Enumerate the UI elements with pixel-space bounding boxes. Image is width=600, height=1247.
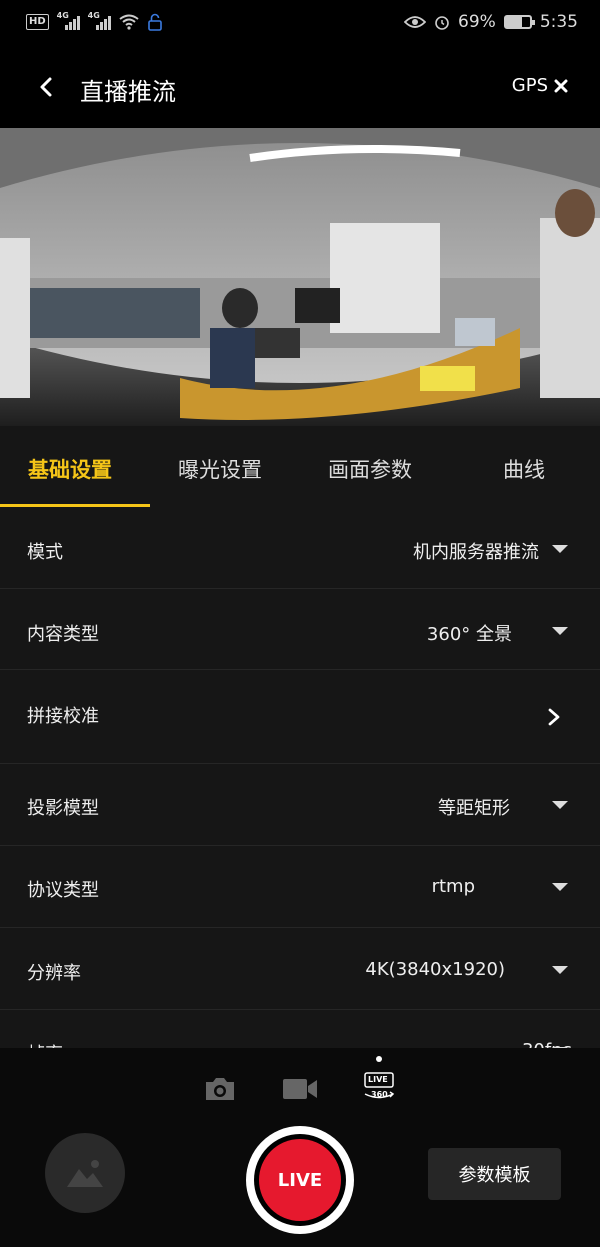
- live-icon-label: LIVE: [368, 1075, 388, 1084]
- top-bar: 直播推流 GPS: [0, 48, 600, 128]
- chevron-right-icon: [548, 708, 560, 726]
- setting-row-protocol-type[interactable]: 协议类型 rtmp: [0, 846, 600, 928]
- setting-label: 拼接校准: [27, 706, 99, 727]
- clock: 5:35: [539, 12, 578, 32]
- tab-image-parameters[interactable]: 画面参数: [328, 454, 412, 484]
- setting-label: 帧率: [27, 1040, 63, 1048]
- alarm-icon: [435, 16, 449, 30]
- back-arrow-icon[interactable]: [36, 76, 58, 98]
- live-360-icon[interactable]: LIVE 360: [362, 1070, 396, 1104]
- gallery-button[interactable]: [45, 1133, 125, 1213]
- eye-icon: [404, 16, 427, 28]
- setting-row-content-type[interactable]: 内容类型 360° 全景: [0, 589, 600, 670]
- setting-row-resolution[interactable]: 分辨率 4K(3840x1920): [0, 928, 600, 1010]
- dropdown-arrow-icon: [552, 883, 568, 891]
- setting-value: 360° 全景: [426, 624, 512, 645]
- page-title: 直播推流: [80, 78, 176, 106]
- setting-value: 等距矩形: [438, 798, 510, 819]
- setting-value: 机内服务器推流: [413, 542, 539, 563]
- status-bar: HD 4G 4G 69% 5:35: [0, 0, 600, 48]
- setting-row-stitch-calibration[interactable]: 拼接校准: [0, 670, 600, 764]
- dropdown-arrow-icon: [552, 801, 568, 809]
- active-tab-indicator: [0, 504, 150, 507]
- wifi-icon: [119, 14, 139, 30]
- parameter-template-button[interactable]: 参数模板: [428, 1148, 561, 1200]
- hd-badge: HD: [26, 14, 49, 30]
- settings-tabs: 基础设置 曝光设置 画面参数 曲线: [0, 426, 600, 508]
- setting-label: 分辨率: [27, 963, 81, 984]
- battery-icon: [503, 15, 535, 29]
- live-shutter-button[interactable]: LIVE: [246, 1126, 354, 1234]
- live-preview[interactable]: [0, 128, 600, 426]
- battery-percent: 69%: [458, 12, 496, 32]
- setting-value: 4K(3840x1920): [365, 959, 505, 980]
- setting-row-mode[interactable]: 模式 机内服务器推流: [0, 508, 600, 589]
- video-icon[interactable]: [282, 1078, 318, 1100]
- shutter-ring: LIVE: [254, 1134, 346, 1226]
- setting-row-frame-rate[interactable]: 帧率 30fps: [0, 1010, 600, 1048]
- setting-label: 模式: [27, 542, 63, 563]
- setting-label: 投影模型: [27, 798, 99, 819]
- dropdown-arrow-icon: [552, 966, 568, 974]
- setting-label: 协议类型: [27, 880, 99, 901]
- tab-exposure-settings[interactable]: 曝光设置: [178, 454, 262, 484]
- gps-label: GPS: [511, 75, 548, 96]
- signal-icon: 4G: [56, 11, 80, 30]
- setting-row-projection-model[interactable]: 投影模型 等距矩形: [0, 764, 600, 846]
- network-type-label: 4G: [56, 11, 69, 20]
- panorama-image: [0, 128, 600, 426]
- setting-label: 内容类型: [27, 624, 99, 645]
- vpn-lock-icon: [147, 13, 162, 31]
- close-icon: [554, 79, 568, 92]
- dropdown-arrow-icon: [552, 545, 568, 553]
- live-360-label: 360: [371, 1090, 388, 1099]
- shutter-label: LIVE: [259, 1139, 341, 1221]
- setting-value: rtmp: [431, 876, 475, 897]
- signal-icon: 4G: [87, 11, 111, 30]
- status-left: HD 4G 4G: [26, 11, 163, 31]
- capture-controls: LIVE 360 LIVE 参数模板: [0, 1048, 600, 1247]
- dropdown-arrow-icon: [552, 627, 568, 635]
- network-type-label: 4G: [87, 11, 100, 20]
- camera-icon[interactable]: [203, 1076, 237, 1102]
- gps-toggle[interactable]: GPS: [512, 75, 568, 96]
- tab-curve[interactable]: 曲线: [503, 454, 545, 484]
- tab-basic-settings[interactable]: 基础设置: [28, 454, 112, 484]
- status-right: 69% 5:35: [404, 12, 578, 32]
- settings-list[interactable]: 模式 机内服务器推流 内容类型 360° 全景 拼接校准 投影模型 等距矩形 协…: [0, 508, 600, 1048]
- active-mode-indicator: [376, 1056, 382, 1062]
- image-icon: [67, 1160, 103, 1187]
